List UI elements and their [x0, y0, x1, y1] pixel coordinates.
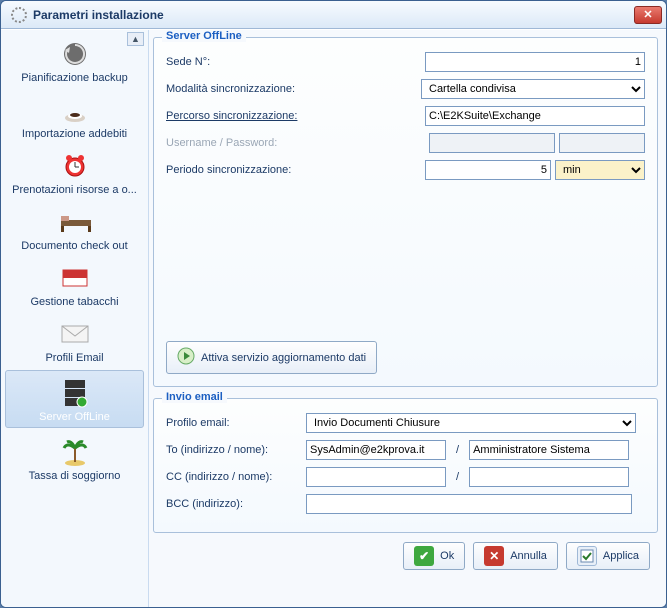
coffee-icon	[59, 94, 91, 126]
content: Server OffLine Sede N°: Modalità sincron…	[149, 30, 666, 607]
cigarette-icon	[59, 262, 91, 294]
bcc-input[interactable]	[306, 494, 632, 514]
label-sede: Sede N°:	[166, 56, 326, 68]
sidebar-item-label: Server OffLine	[8, 411, 141, 423]
sede-input[interactable]	[425, 52, 645, 72]
bed-icon	[59, 206, 91, 238]
sidebar-item-label: Tassa di soggiorno	[3, 470, 146, 482]
apply-label: Applica	[603, 550, 639, 562]
body: ▲ Pianificazione backup Importazione add…	[1, 29, 666, 607]
row-bcc: BCC (indirizzo):	[166, 493, 645, 515]
server-icon	[59, 377, 91, 409]
sidebar-item-label: Gestione tabacchi	[3, 296, 146, 308]
row-sede: Sede N°:	[166, 51, 645, 73]
ok-label: Ok	[440, 550, 454, 562]
slash-separator: /	[456, 471, 459, 483]
row-mode: Modalità sincronizzazione: Cartella cond…	[166, 78, 645, 100]
sidebar-item-tabacchi[interactable]: Gestione tabacchi	[1, 256, 148, 312]
group-legend: Server OffLine	[162, 30, 246, 42]
apply-icon	[577, 546, 597, 566]
sidebar-item-label: Importazione addebiti	[3, 128, 146, 140]
check-icon: ✔	[414, 546, 434, 566]
row-path: Percorso sincronizzazione:	[166, 105, 645, 127]
row-to: To (indirizzo / nome): /	[166, 439, 645, 461]
sidebar-item-tassa[interactable]: Tassa di soggiorno	[1, 430, 148, 486]
sidebar-item-backup[interactable]: Pianificazione backup	[1, 32, 148, 88]
server-offline-group: Server OffLine Sede N°: Modalità sincron…	[153, 37, 658, 387]
cc-address-input[interactable]	[306, 467, 446, 487]
sidebar-item-label: Prenotazioni risorse a o...	[3, 184, 146, 196]
label-bcc: BCC (indirizzo):	[166, 498, 306, 510]
profile-select[interactable]: Invio Documenti Chiusure	[306, 413, 636, 433]
slash-separator: /	[456, 444, 459, 456]
row-cc: CC (indirizzo / nome): /	[166, 466, 645, 488]
sidebar: ▲ Pianificazione backup Importazione add…	[1, 30, 149, 607]
to-name-input[interactable]	[469, 440, 629, 460]
refresh-icon	[59, 38, 91, 70]
palm-icon	[59, 436, 91, 468]
play-icon	[177, 347, 195, 368]
x-icon: ✕	[484, 546, 504, 566]
period-unit-select[interactable]: min	[555, 160, 645, 180]
row-period: Periodo sincronizzazione: min	[166, 159, 645, 181]
app-icon	[11, 7, 27, 23]
cancel-label: Annulla	[510, 550, 547, 562]
cc-name-input[interactable]	[469, 467, 629, 487]
label-cc: CC (indirizzo / nome):	[166, 471, 306, 483]
alarm-icon	[59, 150, 91, 182]
ok-button[interactable]: ✔ Ok	[403, 542, 465, 570]
sidebar-item-server-offline[interactable]: Server OffLine	[5, 370, 144, 428]
close-icon: ✕	[643, 8, 652, 21]
sidebar-item-label: Profili Email	[3, 352, 146, 364]
sidebar-item-prenotazioni[interactable]: Prenotazioni risorse a o...	[1, 144, 148, 200]
group-legend: Invio email	[162, 391, 227, 403]
sidebar-item-checkout[interactable]: Documento check out	[1, 200, 148, 256]
titlebar: Parametri installazione ✕	[1, 1, 666, 29]
label-profile: Profilo email:	[166, 417, 306, 429]
period-value-input[interactable]	[425, 160, 551, 180]
path-input[interactable]	[425, 106, 645, 126]
sidebar-scroll-up[interactable]: ▲	[127, 32, 144, 46]
activate-service-label: Attiva servizio aggiornamento dati	[201, 352, 366, 364]
activate-service-button[interactable]: Attiva servizio aggiornamento dati	[166, 341, 377, 374]
password-input	[559, 133, 645, 153]
mode-select[interactable]: Cartella condivisa	[421, 79, 645, 99]
close-button[interactable]: ✕	[634, 6, 662, 24]
username-input	[429, 133, 555, 153]
envelope-icon	[59, 318, 91, 350]
sidebar-item-email[interactable]: Profili Email	[1, 312, 148, 368]
app-window: Parametri installazione ✕ ▲ Pianificazio…	[0, 0, 667, 608]
invio-email-group: Invio email Profilo email: Invio Documen…	[153, 398, 658, 533]
footer: ✔ Ok ✕ Annulla Applica	[153, 536, 658, 576]
row-profile: Profilo email: Invio Documenti Chiusure	[166, 412, 645, 434]
apply-button[interactable]: Applica	[566, 542, 650, 570]
row-cred: Username / Password:	[166, 132, 645, 154]
window-title: Parametri installazione	[33, 8, 634, 22]
label-cred: Username / Password:	[166, 137, 326, 149]
sidebar-item-addebiti[interactable]: Importazione addebiti	[1, 88, 148, 144]
label-mode: Modalità sincronizzazione:	[166, 83, 326, 95]
sidebar-item-label: Documento check out	[3, 240, 146, 252]
cancel-button[interactable]: ✕ Annulla	[473, 542, 558, 570]
label-path-link[interactable]: Percorso sincronizzazione:	[166, 110, 326, 122]
sidebar-item-label: Pianificazione backup	[3, 72, 146, 84]
label-to: To (indirizzo / nome):	[166, 444, 306, 456]
label-period: Periodo sincronizzazione:	[166, 164, 326, 176]
to-address-input[interactable]	[306, 440, 446, 460]
